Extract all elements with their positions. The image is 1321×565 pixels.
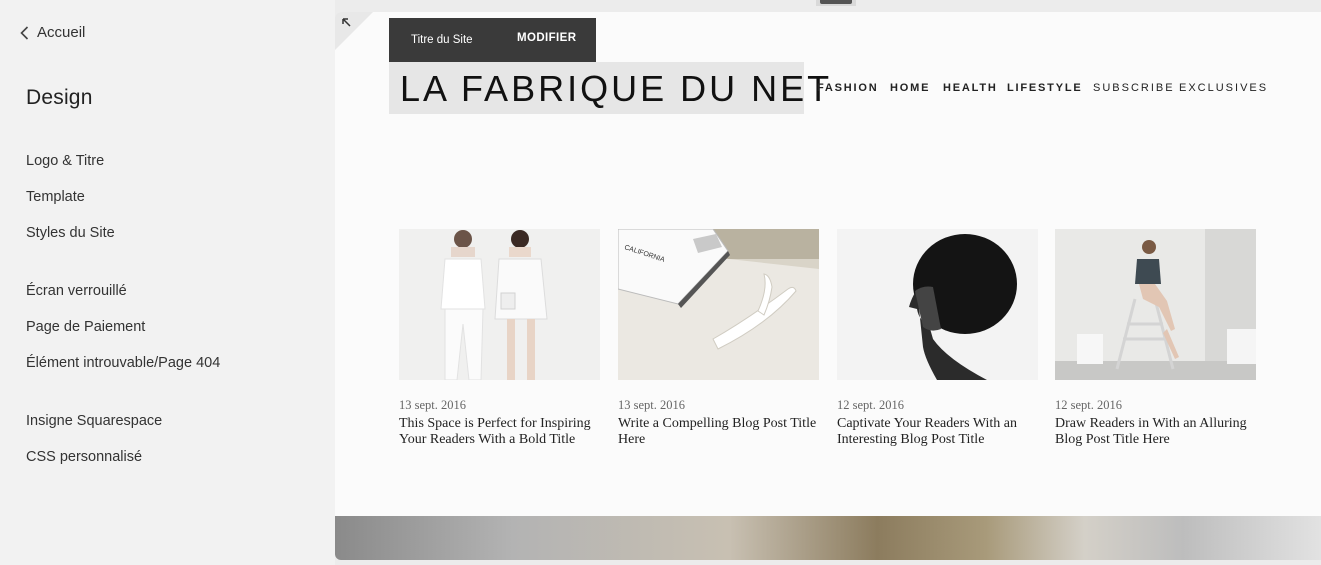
portrait-image	[837, 229, 1038, 380]
menu-item-404-page[interactable]: Élément introuvable/Page 404	[26, 355, 220, 371]
nav-exclusives[interactable]: EXCLUSIVES	[1179, 82, 1268, 94]
menu-item-squarespace-badge[interactable]: Insigne Squarespace	[26, 413, 162, 429]
book-antler-image: CALIFORNIA	[618, 229, 819, 380]
menu-item-logo-title[interactable]: Logo & Titre	[26, 153, 104, 169]
nav-subscribe[interactable]: SUBSCRIBE	[1093, 82, 1175, 94]
post-title-2[interactable]: Write a Compelling Blog Post Title Here	[618, 416, 828, 448]
post-image-4[interactable]	[1055, 229, 1256, 380]
chevron-left-icon	[20, 25, 29, 40]
nav-lifestyle[interactable]: LIFESTYLE	[1007, 82, 1082, 94]
nav-fashion[interactable]: FASHION	[817, 82, 879, 94]
nav-health[interactable]: HEALTH	[943, 82, 998, 94]
site-preview: Titre du Site MODIFIER LA FABRIQUE DU NE…	[335, 12, 1321, 560]
post-image-3[interactable]	[837, 229, 1038, 380]
menu-item-site-styles[interactable]: Styles du Site	[26, 225, 115, 241]
post-title-1[interactable]: This Space is Perfect for Inspiring Your…	[399, 416, 609, 448]
site-title: LA FABRIQUE DU NET	[400, 68, 833, 109]
back-link-label: Accueil	[37, 24, 86, 41]
drag-handle[interactable]	[820, 0, 852, 4]
post-image-2[interactable]: CALIFORNIA	[618, 229, 819, 380]
post-date-2: 13 sept. 2016	[618, 398, 686, 412]
design-sidebar: Accueil Design Logo & Titre Template Sty…	[0, 0, 335, 565]
menu-item-custom-css[interactable]: CSS personnalisé	[26, 449, 142, 465]
nav-home[interactable]: HOME	[890, 82, 930, 94]
fashion-photo-image	[399, 229, 600, 380]
post-title-4[interactable]: Draw Readers in With an Alluring Blog Po…	[1055, 416, 1265, 448]
edit-button[interactable]: MODIFIER	[517, 32, 576, 44]
expand-arrow-icon[interactable]	[341, 17, 353, 29]
banner-image	[335, 516, 1321, 560]
post-image-1[interactable]	[399, 229, 600, 380]
post-date-3: 12 sept. 2016	[837, 398, 905, 412]
menu-item-template[interactable]: Template	[26, 189, 85, 205]
site-title-block[interactable]: LA FABRIQUE DU NET	[389, 62, 829, 114]
menu-item-checkout-page[interactable]: Page de Paiement	[26, 319, 145, 335]
panel-title: Design	[26, 86, 93, 109]
woman-on-ladder-image	[1055, 229, 1256, 380]
post-date-4: 12 sept. 2016	[1055, 398, 1123, 412]
post-date-1: 13 sept. 2016	[399, 398, 467, 412]
back-to-home-link[interactable]: Accueil	[20, 24, 85, 41]
edit-bar-label: Titre du Site	[411, 34, 473, 46]
post-title-3[interactable]: Captivate Your Readers With an Interesti…	[837, 416, 1047, 448]
menu-item-lock-screen[interactable]: Écran verrouillé	[26, 283, 127, 299]
site-title-edit-bar: Titre du Site MODIFIER	[389, 18, 596, 62]
